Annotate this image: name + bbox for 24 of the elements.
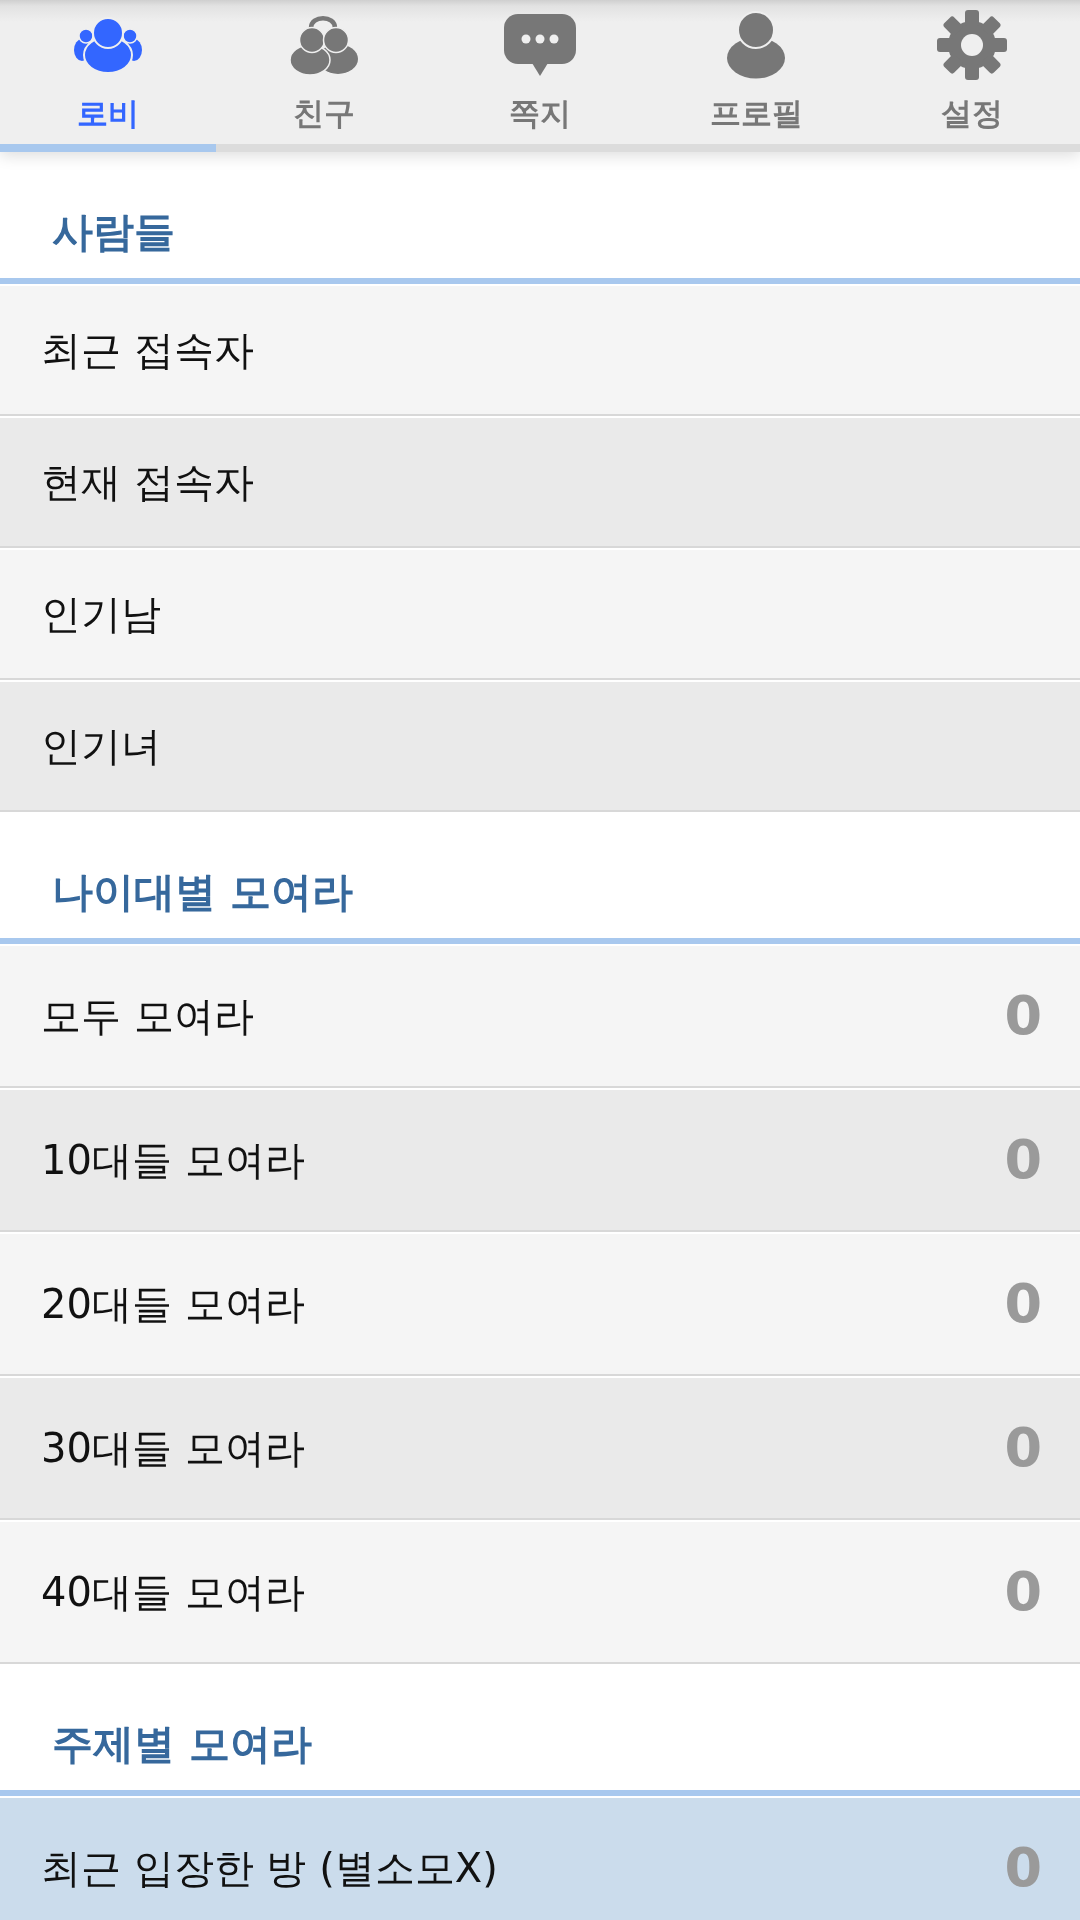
chat-bubble-icon	[504, 14, 576, 76]
list-row[interactable]: 인기녀	[0, 680, 1080, 812]
list-row[interactable]: 최근 입장한 방 (별소모X) 0	[0, 1796, 1080, 1920]
member-count: 0	[1004, 1562, 1042, 1622]
list-row[interactable]: 30대들 모여라 0	[0, 1376, 1080, 1520]
list-row[interactable]: 현재 접속자	[0, 416, 1080, 548]
list-row[interactable]: 40대들 모여라 0	[0, 1520, 1080, 1664]
member-count: 0	[1004, 986, 1042, 1046]
list-row[interactable]: 10대들 모여라 0	[0, 1088, 1080, 1232]
member-count: 0	[1004, 1130, 1042, 1190]
list-row[interactable]: 인기남	[0, 548, 1080, 680]
member-count: 0	[1004, 1274, 1042, 1334]
section-title: 나이대별 모여라	[52, 867, 354, 918]
list-row[interactable]: 최근 접속자	[0, 284, 1080, 416]
list-row[interactable]: 20대들 모여라 0	[0, 1232, 1080, 1376]
list-row[interactable]: 모두 모여라 0	[0, 944, 1080, 1088]
section-title: 사람들	[52, 207, 175, 258]
member-count: 0	[1004, 1838, 1042, 1898]
section-title: 주제별 모여라	[52, 1719, 313, 1770]
settings-gear-icon	[937, 10, 1007, 80]
people-group-icon	[74, 16, 142, 74]
member-count: 0	[1004, 1418, 1042, 1478]
two-people-icon	[289, 14, 359, 76]
person-icon	[726, 11, 786, 79]
